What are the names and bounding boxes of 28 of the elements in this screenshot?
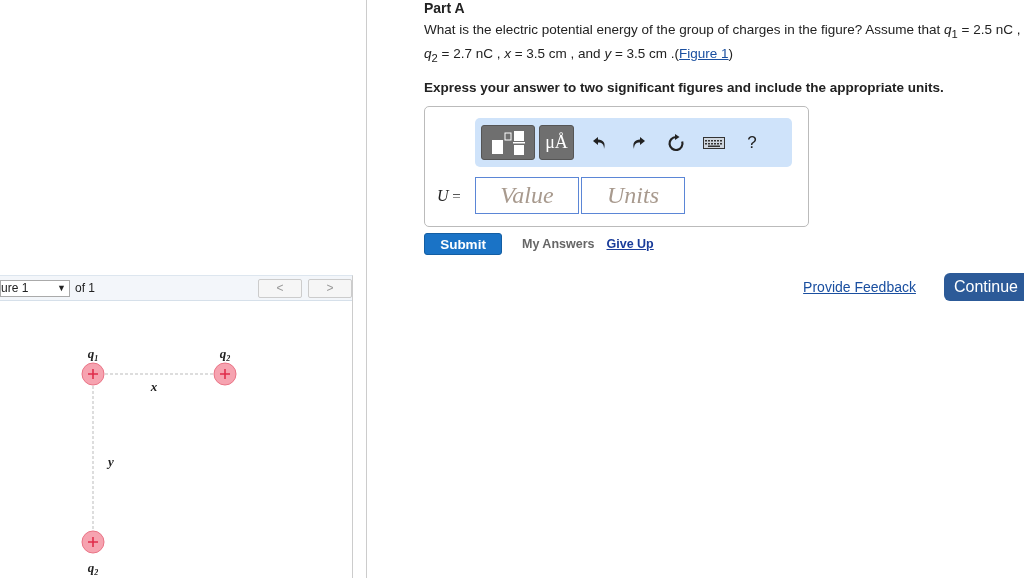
units-field[interactable]: Units	[581, 177, 685, 215]
figure-dropdown[interactable]: ure 1 ▼	[0, 279, 70, 297]
submit-button[interactable]: Submit	[424, 233, 502, 256]
charge-label: q$_{1}$	[87, 346, 99, 363]
charge-label: q$_{2}$	[87, 560, 99, 577]
templates-icon	[491, 129, 525, 156]
my-answers-label: My Answers	[522, 237, 595, 252]
templates-button[interactable]	[481, 125, 535, 161]
positive-charge-icon	[213, 362, 237, 386]
continue-button[interactable]: Continue	[943, 273, 1024, 302]
charge-label: q$_{2}$	[219, 346, 231, 363]
figure-count: of 1	[75, 281, 95, 295]
feedback-link[interactable]: Provide Feedback	[803, 279, 916, 296]
symbols-button[interactable]: μÅ	[539, 125, 574, 161]
give-up-link[interactable]: Give Up	[606, 237, 654, 252]
distance-label: y	[108, 454, 114, 469]
distance-label: x	[150, 379, 158, 394]
keyboard-icon	[703, 136, 725, 149]
positive-charge-icon	[81, 362, 105, 386]
instruction-text: Express your answer to two significant figures and include the appropriate units.	[424, 80, 945, 96]
help-button[interactable]: ?	[740, 130, 764, 155]
variable-label: U =	[437, 186, 462, 205]
positive-charge-icon	[81, 530, 105, 554]
question-text: What is the electric potential energy of the group of charges in the figure? Assume that q$_{1}$ = 2.5 nC , q$_{2}$ = 2.7 nC , x = 3.5 cm , and y = 3.5 cm .(Figure 1)	[424, 21, 1022, 66]
part-title: Part A	[424, 0, 466, 16]
value-field[interactable]: Value	[475, 177, 579, 215]
reset-icon	[667, 133, 685, 152]
figure-link[interactable]: Figure 1	[679, 45, 729, 61]
